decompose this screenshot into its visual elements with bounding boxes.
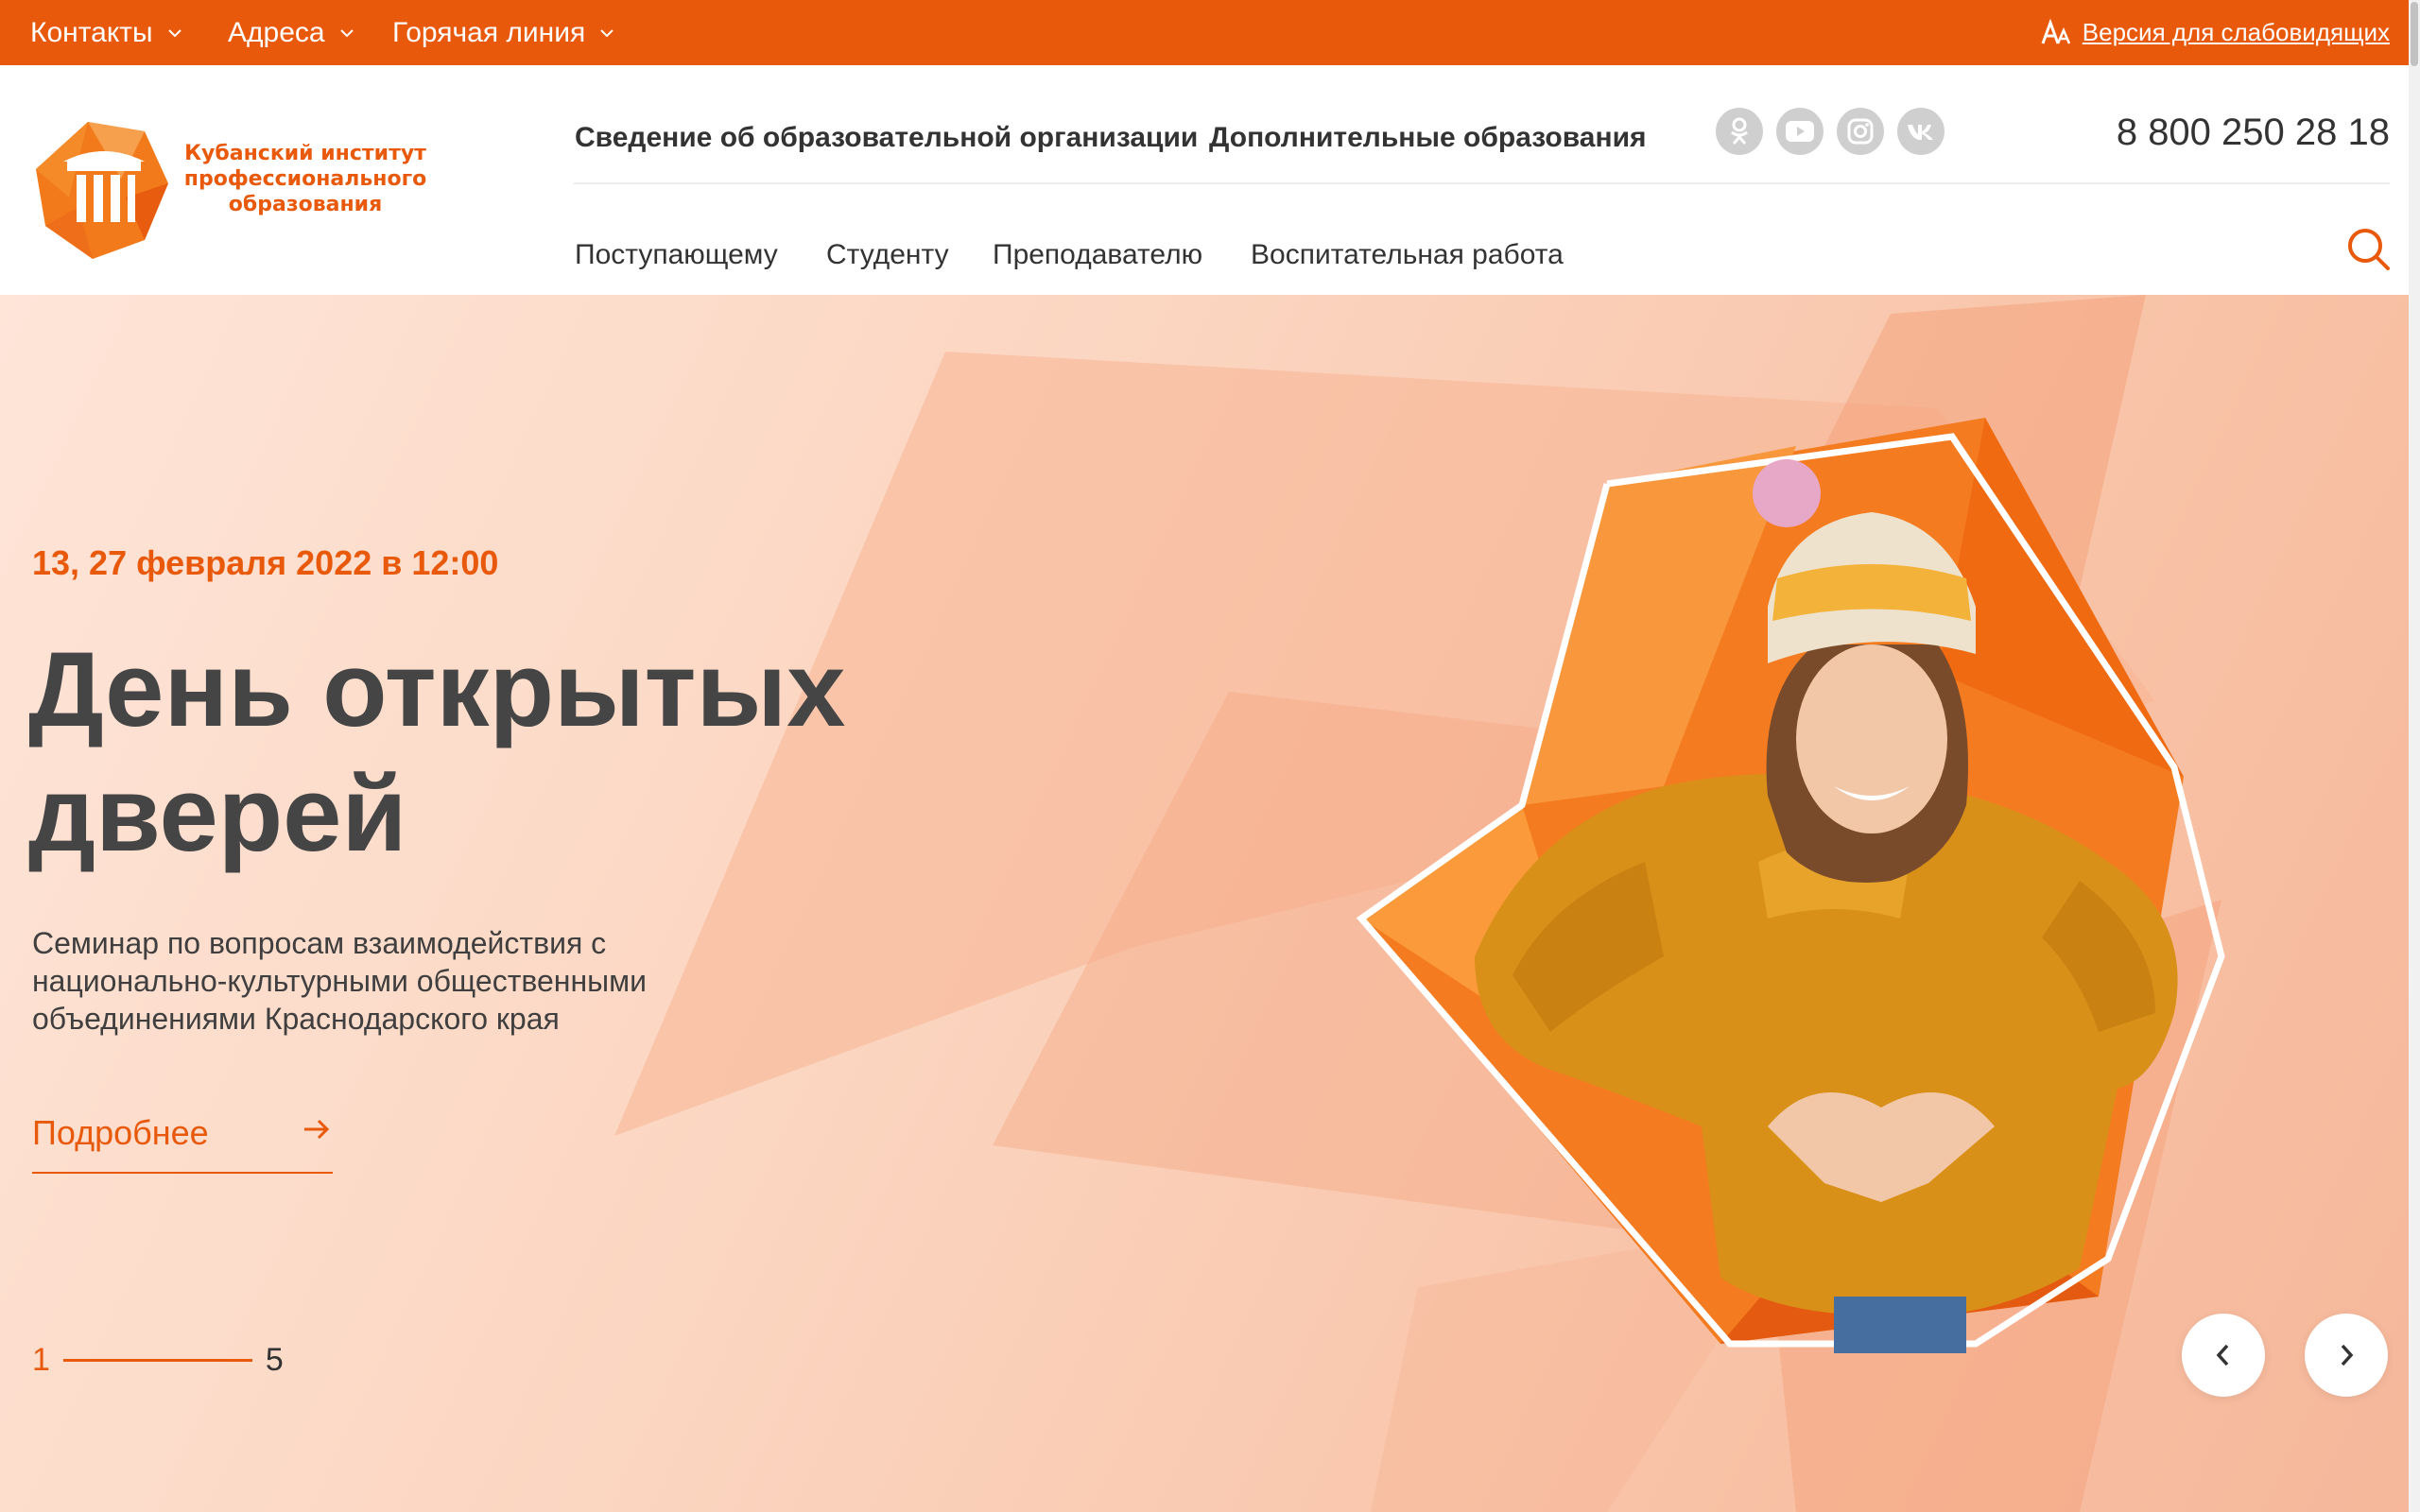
more-details-link[interactable]: Подробнее [32,1109,333,1174]
hero-background-shapes [614,295,2225,1512]
search-button[interactable] [2344,225,2394,274]
nav-student[interactable]: Студенту [826,232,949,279]
topbar-hotline-menu[interactable]: Горячая линия [392,0,615,65]
arrow-right-icon [304,1119,330,1140]
pager-current: 1 [32,1341,50,1378]
hero-description: Семинар по вопросам взаимодействия с нац… [32,926,647,1036]
more-details-label: Подробнее [32,1113,209,1152]
institute-logo[interactable]: Кубанский институт профессионального обр… [31,112,426,273]
site-header: Кубанский институт профессионального обр… [0,65,2420,296]
odnoklassniki-icon [1731,117,1748,145]
header-divider [574,182,2390,184]
hero-title: День открытых дверей [28,627,955,877]
nav-teacher[interactable]: Преподавателю [993,232,1202,279]
slide-prev-button[interactable] [2182,1314,2265,1397]
topbar-addresses-label: Адреса [228,16,325,48]
odnoklassniki-link[interactable] [1716,108,1763,155]
top-bar: Контакты Адреса Горячая линия Версия для… [0,0,2420,65]
nav-teacher-label: Преподавателю [993,239,1203,270]
chevron-left-icon [2216,1344,2229,1366]
page-scrollbar[interactable] [2409,0,2420,1512]
instagram-link[interactable] [1837,108,1884,155]
pager-total: 5 [265,1341,284,1378]
topbar-hotline-label: Горячая линия [392,16,586,48]
nav-applicant-label: Поступающему [575,239,778,270]
slide-pager: 1 5 [32,1336,284,1383]
nav-additional-education-label: Дополнительные образования [1209,122,1647,153]
logo-text: Кубанский институт профессионального обр… [183,142,427,216]
font-size-icon [2041,18,2070,44]
chevron-right-icon [2341,1344,2354,1366]
nav-org-info-label: Сведение об образовательной организации [575,122,1199,153]
nav-org-info[interactable]: Сведение об образовательной организации [575,114,1198,162]
scrollbar-thumb[interactable] [2411,2,2418,66]
vk-icon [1908,125,1933,140]
logo-emblem-icon [36,122,168,259]
chevron-down-icon [167,28,182,37]
chevron-down-icon [600,28,614,37]
hero-title-line-2: дверей [28,755,407,873]
youtube-link[interactable] [1776,108,1824,155]
nav-additional-education[interactable]: Дополнительные образования [1209,114,1647,162]
nav-educational-work[interactable]: Воспитательная работа [1251,232,1564,279]
hero-slider: 13, 27 февраля 2022 в 12:00 День открыты… [0,295,2420,1512]
nav-student-label: Студенту [826,239,949,270]
instagram-icon [1847,118,1874,145]
accessibility-version-label: Версия для слабовидящих [2082,18,2390,46]
youtube-icon [1786,121,1814,142]
search-icon [2348,229,2390,270]
chevron-down-icon [339,28,354,37]
nav-educational-work-label: Воспитательная работа [1251,239,1564,270]
hero-date: 13, 27 февраля 2022 в 12:00 [32,543,499,582]
phone-number[interactable]: 8 800 250 28 18 [2117,109,2390,156]
hero-title-line-1: День открытых [28,630,846,748]
nav-applicant[interactable]: Поступающему [575,232,778,279]
vk-link[interactable] [1897,108,1945,155]
topbar-contacts-label: Контакты [30,16,153,48]
topbar-contacts-menu[interactable]: Контакты [30,0,183,65]
pager-progress-line [62,1358,252,1362]
slide-next-button[interactable] [2305,1314,2388,1397]
accessibility-version-link[interactable]: Версия для слабовидящих [2041,0,2390,65]
topbar-addresses-menu[interactable]: Адреса [228,0,355,65]
